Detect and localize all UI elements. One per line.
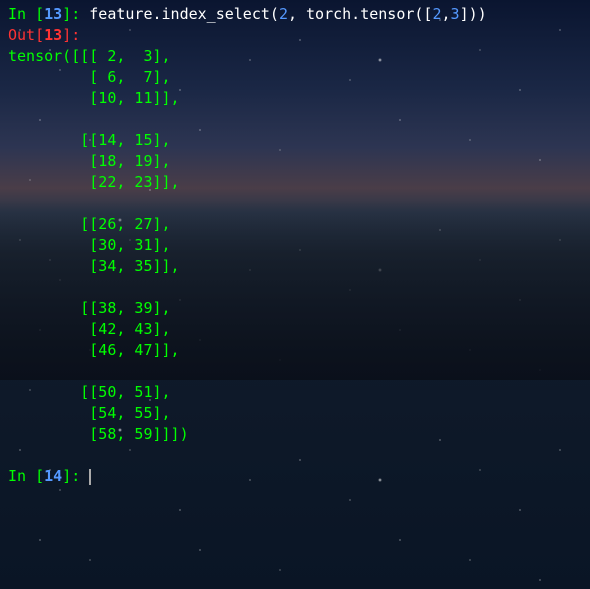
- ipython-terminal[interactable]: In [13]: feature.index_select(2, torch.t…: [0, 0, 590, 491]
- arg-idx-a: 2: [432, 5, 441, 23]
- code-call: feature.index_select(: [89, 5, 279, 23]
- in-label: In [: [8, 5, 44, 23]
- in-close: ]:: [62, 5, 89, 23]
- out-prompt-13: Out[13]:: [8, 26, 80, 44]
- in-prompt-13: In [13]:: [8, 5, 89, 23]
- code-sep: , torch.tensor([: [288, 5, 433, 23]
- out-label: Out[: [8, 26, 44, 44]
- code-end: ])): [460, 5, 487, 23]
- cursor-icon: [89, 469, 91, 485]
- in-num-14: 14: [44, 467, 62, 485]
- in-close-14: ]:: [62, 467, 89, 485]
- in-label-14: In [: [8, 467, 44, 485]
- out-num-13: 13: [44, 26, 62, 44]
- arg-comma: ,: [442, 5, 451, 23]
- code-input-13[interactable]: feature.index_select(2, torch.tensor([2,…: [89, 5, 486, 23]
- arg-idx-b: 3: [451, 5, 460, 23]
- arg-dim: 2: [279, 5, 288, 23]
- in-prompt-14: In [14]:: [8, 467, 89, 485]
- input-cursor-14[interactable]: [89, 467, 91, 485]
- cell-output-13: tensor([[[ 2, 3], [ 6, 7], [10, 11]], [[…: [8, 47, 189, 443]
- in-num-13: 13: [44, 5, 62, 23]
- out-close: ]:: [62, 26, 80, 44]
